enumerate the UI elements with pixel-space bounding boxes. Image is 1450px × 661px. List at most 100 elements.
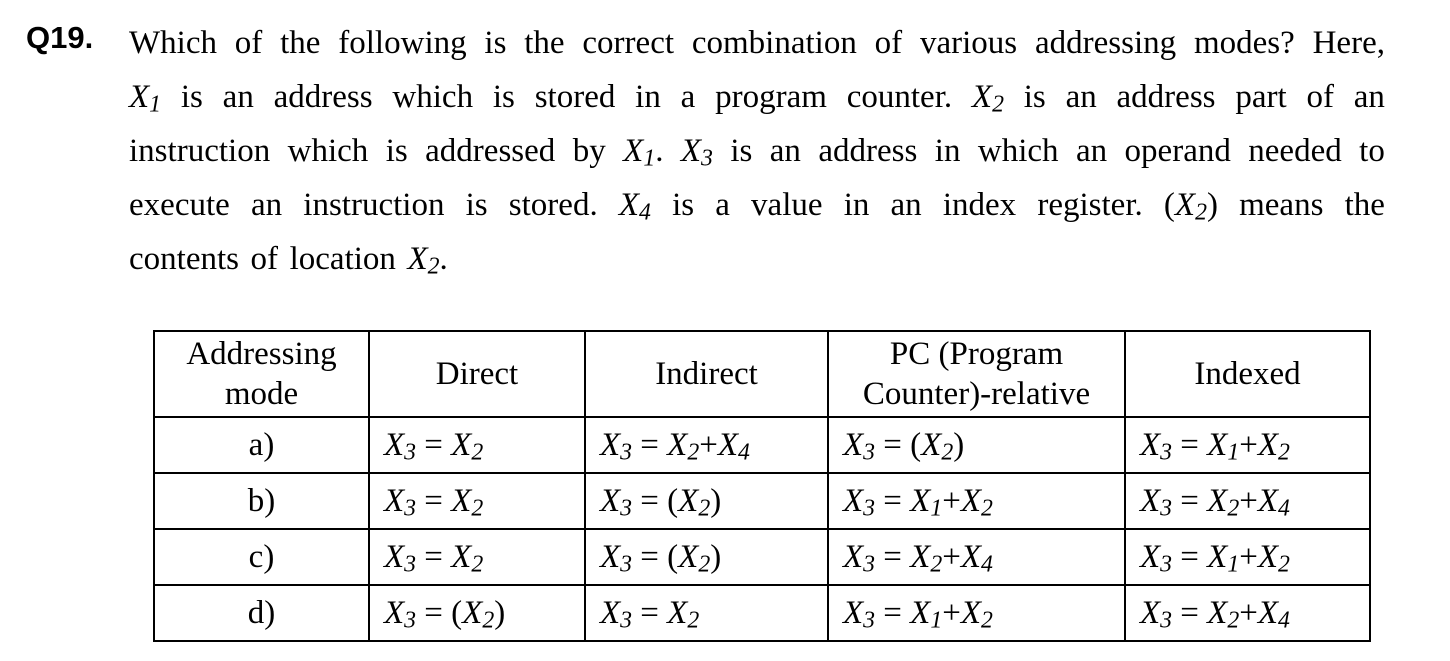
question-word: location: [289, 241, 396, 277]
table-header-row: Addressing mode Direct Indirect PC (Prog…: [153, 330, 1371, 418]
question-word: is: [730, 133, 753, 169]
question-word: stored: [534, 79, 616, 115]
question-word: an: [1353, 79, 1385, 115]
question-word: X1: [129, 79, 162, 118]
question-word: Which: [129, 25, 217, 61]
question-word: various: [919, 25, 1018, 61]
question-word: means: [1239, 187, 1324, 223]
question-word: address: [1116, 79, 1216, 115]
question-word: is: [465, 187, 488, 223]
table-row: b) X3 = X2 X3 = (X2) X3 = X1+X2 X3 = X2+X4: [153, 472, 1371, 530]
option-label: d): [153, 584, 370, 642]
question-word: modes?: [1193, 25, 1295, 61]
question-word: in: [934, 133, 961, 169]
header-pc-relative: PC (Program Counter)-relative: [827, 330, 1126, 418]
formula-cell: X3 = X2: [584, 584, 829, 642]
question-line: execute an instruction is stored. X4 is a value i…: [129, 178, 1385, 232]
question-word: by: [572, 133, 606, 169]
question-word: execute: [129, 187, 230, 223]
question-word: X3: [680, 133, 713, 172]
question-word: a: [715, 187, 730, 223]
header-addressing-mode: Addressing mode: [153, 330, 370, 418]
question-word: is: [385, 133, 408, 169]
question-line: instruction which is addressed by X1. X3 is an ad…: [129, 124, 1385, 178]
option-label: c): [153, 528, 370, 586]
question-word: instruction: [303, 187, 445, 223]
question-word: an: [769, 133, 801, 169]
question-word: X2.: [407, 241, 448, 280]
question-word: which: [977, 133, 1059, 169]
question-word: address: [273, 79, 373, 115]
question-word: in: [635, 79, 661, 115]
formula-cell: X3 = (X2): [584, 472, 829, 530]
question-word: contents: [129, 241, 239, 277]
question-word: X2: [971, 79, 1004, 118]
question-word: an: [890, 187, 922, 223]
question-word: X4: [618, 187, 651, 226]
question-number: Q19.: [26, 20, 94, 55]
question-word: combination: [691, 25, 857, 61]
question-word: X1.: [623, 133, 664, 172]
option-label: a): [153, 416, 370, 474]
question-word: register.: [1037, 187, 1143, 223]
question-word: Here,: [1312, 25, 1385, 61]
question-word: needed: [1248, 133, 1342, 169]
question-word: of: [234, 25, 263, 61]
question-word: of: [250, 241, 279, 277]
question-word: counter.: [846, 79, 953, 115]
formula-cell: X3 = (X2): [368, 584, 586, 642]
formula-cell: X3 = X1+X2: [827, 472, 1126, 530]
question-word: index: [942, 187, 1017, 223]
option-label: b): [153, 472, 370, 530]
question-word: part: [1235, 79, 1287, 115]
formula-cell: X3 = (X2): [584, 528, 829, 586]
question-line: X1 is an address which is stored in a program coun…: [129, 70, 1385, 124]
formula-cell: X3 = X2+X4: [584, 416, 829, 474]
question-word: correct: [582, 25, 675, 61]
question-word: the: [1344, 187, 1385, 223]
question-word: address: [818, 133, 918, 169]
question-word: a: [680, 79, 696, 115]
question-stem: Which of the following is the correct combinati…: [129, 16, 1385, 286]
question-word: the: [280, 25, 321, 61]
formula-cell: X3 = (X2): [827, 416, 1126, 474]
question-word: addressing: [1034, 25, 1177, 61]
question-word: an: [1065, 79, 1097, 115]
question-word: an: [222, 79, 254, 115]
question-word: an: [1075, 133, 1108, 169]
question-word: program: [715, 79, 827, 115]
question-word: following: [338, 25, 467, 61]
formula-cell: X3 = X2+X4: [1124, 472, 1371, 530]
question-word: is: [1023, 79, 1046, 115]
formula-cell: X3 = X2: [368, 416, 586, 474]
header-direct: Direct: [368, 330, 586, 418]
formula-cell: X3 = X1+X2: [1124, 416, 1371, 474]
formula-cell: X3 = X2: [368, 472, 586, 530]
question-word: of: [1306, 79, 1334, 115]
question-word: addressed: [425, 133, 556, 169]
header-indirect: Indirect: [584, 330, 829, 418]
question-word: is: [180, 79, 203, 115]
addressing-modes-table: Addressing mode Direct Indirect PC (Prog…: [153, 330, 1371, 642]
question-word: of: [874, 25, 903, 61]
table-row: d) X3 = (X2) X3 = X2 X3 = X1+X2 X3 = X2+X4: [153, 584, 1371, 642]
question-word: to: [1359, 133, 1385, 169]
table-row: a) X3 = X2 X3 = X2+X4 X3 = (X2) X3 = X1+X2: [153, 416, 1371, 474]
formula-cell: X3 = X1+X2: [1124, 528, 1371, 586]
formula-cell: X3 = X2: [368, 528, 586, 586]
header-indexed: Indexed: [1124, 330, 1371, 418]
question-word: which: [392, 79, 474, 115]
question-word: is: [672, 187, 695, 223]
question-word: operand: [1124, 133, 1231, 169]
question-word: is: [484, 25, 507, 61]
question-line: Which of the following is the correct combinati…: [129, 16, 1385, 70]
question-word: is: [492, 79, 515, 115]
question-word: value: [751, 187, 823, 223]
question-word: (X2): [1163, 187, 1218, 226]
formula-cell: X3 = X1+X2: [827, 584, 1126, 642]
question-word: stored.: [508, 187, 598, 223]
question-word: instruction: [129, 133, 271, 169]
table-row: c) X3 = X2 X3 = (X2) X3 = X2+X4 X3 = X1+X2: [153, 528, 1371, 586]
question-line: contents of location X2.: [129, 232, 1385, 286]
table-body: a) X3 = X2 X3 = X2+X4 X3 = (X2) X3 = X1+X2 b)…: [153, 416, 1371, 642]
